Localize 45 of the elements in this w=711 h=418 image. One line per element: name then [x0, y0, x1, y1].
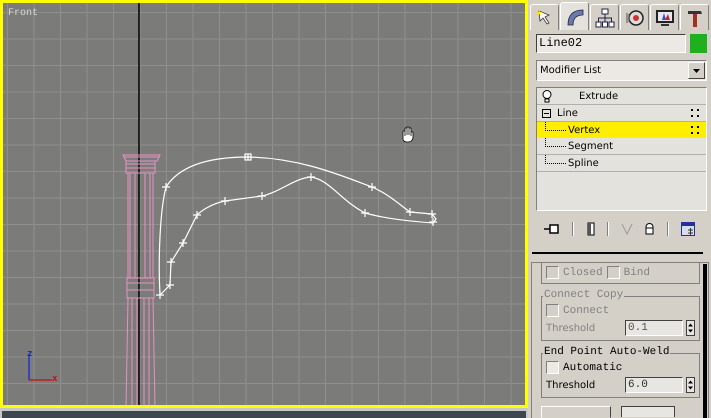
- dropdown-arrow-icon: [693, 68, 700, 72]
- threshold-label: Threshold: [546, 380, 596, 390]
- stack-bar-icon[interactable]: [586, 222, 595, 236]
- configure-sets-icon[interactable]: [680, 222, 695, 236]
- stack-item[interactable]: Extrude: [579, 90, 618, 102]
- panel-tab[interactable]: [590, 4, 619, 30]
- bin-icon[interactable]: [645, 223, 654, 235]
- checkbox-label: Closed: [563, 266, 603, 278]
- panel-tab[interactable]: [620, 4, 649, 30]
- light-bulb-icon[interactable]: [542, 90, 552, 102]
- object-color-swatch[interactable]: [690, 34, 707, 53]
- tree-connector-icon: [545, 122, 566, 131]
- pin-icon[interactable]: [544, 223, 560, 235]
- panel-tab[interactable]: [530, 4, 559, 30]
- checkbox-label: Bind: [624, 266, 650, 278]
- monitor-icon: [654, 8, 674, 28]
- panel-tab[interactable]: [650, 4, 679, 30]
- vertex-dots-icon: [690, 126, 700, 134]
- weld-field[interactable]: [621, 406, 675, 417]
- tree-connector-icon: [545, 155, 566, 164]
- time-slider-bar[interactable]: [2, 411, 526, 418]
- panel-tab[interactable]: [560, 2, 589, 30]
- scroll-bar[interactable]: [703, 264, 707, 418]
- sub-object-item[interactable]: Segment: [537, 138, 706, 155]
- wheel-icon: [624, 8, 644, 28]
- spinner-icon[interactable]: [686, 377, 695, 393]
- threshold-label: Threshold: [546, 322, 596, 334]
- checkbox[interactable]: [546, 361, 559, 374]
- checkbox-label: Connect: [563, 304, 610, 316]
- modifier-list-dropdown[interactable]: Modifier List: [536, 60, 707, 81]
- sub-object-item[interactable]: Vertex: [537, 122, 706, 138]
- collapse-icon[interactable]: [542, 108, 551, 118]
- hand-cursor-icon: [402, 126, 414, 142]
- stack-item[interactable]: Line: [557, 108, 578, 118]
- vertex-dots-icon: [690, 109, 700, 117]
- checkbox-label: Automatic: [563, 362, 622, 374]
- group-title: Connect Copy: [543, 289, 624, 301]
- viewport-label: Front: [8, 8, 38, 19]
- curved-pipe-icon: [564, 6, 584, 26]
- object-name-field[interactable]: Line02: [536, 34, 686, 53]
- sub-object-item[interactable]: Spline: [537, 155, 706, 172]
- threshold-field[interactable]: 6.0: [625, 377, 683, 393]
- tree-connector-icon: [545, 138, 566, 147]
- panel-tab[interactable]: [680, 4, 709, 30]
- hierarchy-icon: [594, 8, 614, 28]
